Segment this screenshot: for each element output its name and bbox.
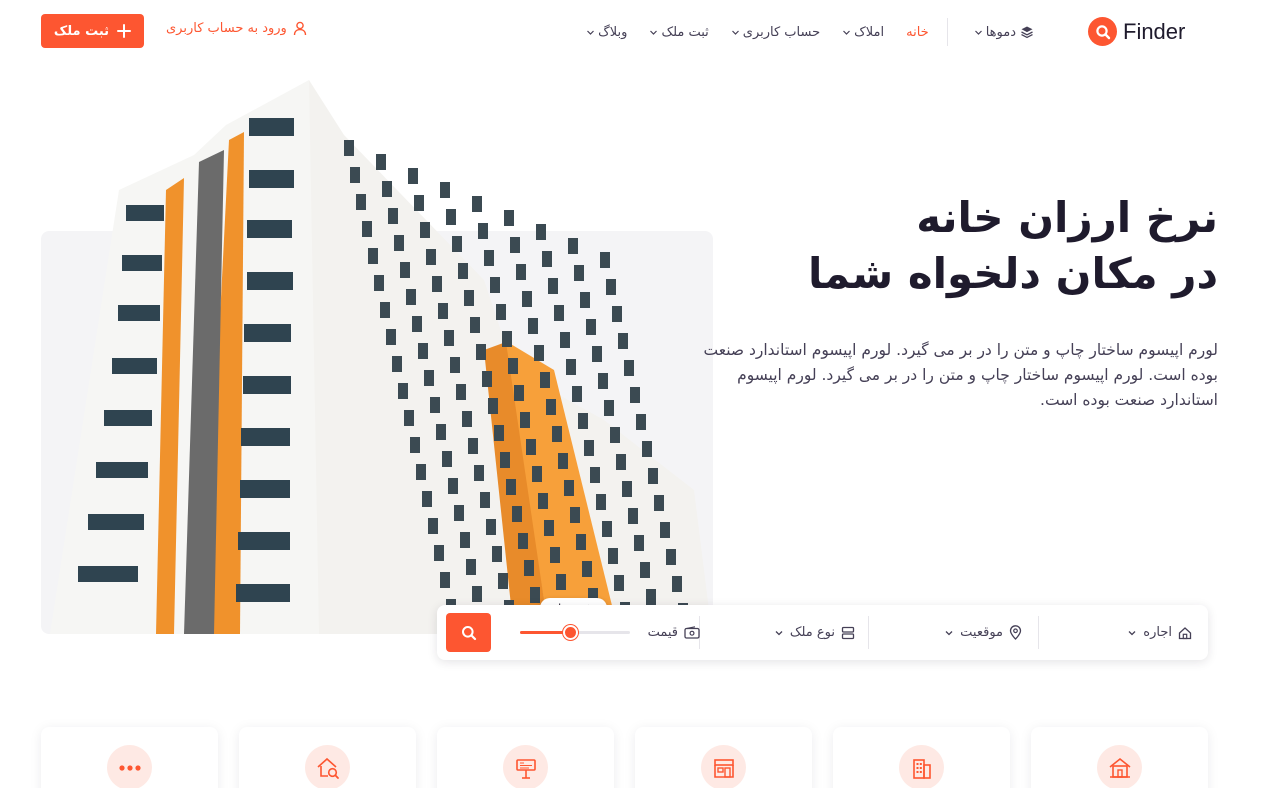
- storefront-icon: [701, 745, 746, 788]
- property-type-value: نوع ملک: [789, 625, 835, 640]
- nav-item-add-property[interactable]: ثبت ملک: [649, 24, 709, 40]
- deal-type-select[interactable]: اجاره: [1127, 605, 1192, 660]
- hero-title-line-1: نرخ ارزان خانه: [916, 193, 1218, 242]
- add-property-button[interactable]: ثبت ملک: [41, 14, 144, 48]
- login-label: ورود به حساب کاربری: [166, 21, 287, 36]
- nav-item-home[interactable]: خانه: [906, 25, 929, 40]
- chevron-down-icon: [774, 628, 784, 638]
- category-card-commercial[interactable]: [635, 727, 812, 788]
- hero-title-line-2: در مکان دلخواه شما: [808, 249, 1218, 298]
- plus-icon: [117, 24, 132, 38]
- house-icon: [1178, 626, 1192, 640]
- property-search-bar: اجاره موقعیت نوع ملک قیمت: [437, 605, 1208, 660]
- layers-icon: [1020, 25, 1034, 39]
- map-pin-icon: [1009, 625, 1022, 640]
- chevron-down-icon: [649, 28, 658, 37]
- search-divider: [868, 616, 869, 649]
- nav-item-label: دموها: [985, 24, 1016, 40]
- logo-search-icon: [1088, 17, 1117, 46]
- category-card-house[interactable]: [1031, 727, 1208, 788]
- property-type-icon: [841, 626, 855, 640]
- search-divider: [1038, 616, 1039, 649]
- main-nav: دموها خانه املاک حساب کاربری ثبت ملک وبل…: [564, 18, 1034, 46]
- rent-sign-icon: [503, 745, 548, 788]
- logo-text: Finder: [1123, 18, 1186, 44]
- deal-type-value: اجاره: [1143, 625, 1172, 640]
- hero-title: نرخ ارزان خانه در مکان دلخواه شما: [758, 190, 1218, 302]
- nav-item-label: وبلاگ: [598, 24, 628, 40]
- nav-item-label: ثبت ملک: [661, 24, 709, 40]
- hero-building-image: [50, 80, 712, 634]
- site-header: Finder دموها خانه املاک حساب کاربری ثبت …: [0, 0, 1266, 62]
- category-card-apartment[interactable]: [833, 727, 1010, 788]
- more-icon: [107, 745, 152, 788]
- price-slider-handle[interactable]: [563, 625, 578, 640]
- chevron-down-icon: [586, 28, 595, 37]
- price-label-text: قیمت: [647, 625, 678, 640]
- user-icon: [293, 21, 307, 36]
- chevron-down-icon: [731, 28, 740, 37]
- nav-item-account[interactable]: حساب کاربری: [731, 25, 820, 40]
- login-link[interactable]: ورود به حساب کاربری: [166, 21, 307, 36]
- house-icon: [1097, 745, 1142, 788]
- price-label: قیمت: [648, 605, 700, 660]
- search-button[interactable]: [446, 613, 491, 652]
- building-icon: [899, 745, 944, 788]
- nav-item-blog[interactable]: وبلاگ: [586, 25, 627, 40]
- category-card-rent[interactable]: [437, 727, 614, 788]
- nav-item-label: املاک: [854, 24, 885, 40]
- house-search-icon: [305, 745, 350, 788]
- category-card-house-search[interactable]: [239, 727, 416, 788]
- chevron-down-icon: [1127, 628, 1137, 638]
- chevron-down-icon: [974, 28, 983, 37]
- search-icon: [461, 625, 477, 641]
- chevron-down-icon: [944, 628, 954, 638]
- category-card-more[interactable]: [41, 727, 218, 788]
- property-type-select[interactable]: نوع ملک: [774, 605, 855, 660]
- nav-item-demos[interactable]: دموها: [974, 25, 1034, 40]
- nav-divider: [946, 18, 948, 46]
- hero-description: لورم اپیسوم ساختار چاپ و متن را در بر می…: [703, 341, 1218, 409]
- logo[interactable]: Finder: [1088, 17, 1185, 46]
- add-property-label: ثبت ملک: [53, 23, 110, 39]
- price-slider[interactable]: [520, 625, 630, 640]
- nav-item-label: حساب کاربری: [742, 24, 821, 40]
- nav-item-properties[interactable]: املاک: [842, 25, 884, 40]
- chevron-down-icon: [842, 28, 851, 37]
- location-select[interactable]: موقعیت: [944, 605, 1022, 660]
- location-value: موقعیت: [960, 625, 1003, 640]
- wallet-icon: [684, 626, 700, 639]
- nav-item-label: خانه: [906, 24, 929, 40]
